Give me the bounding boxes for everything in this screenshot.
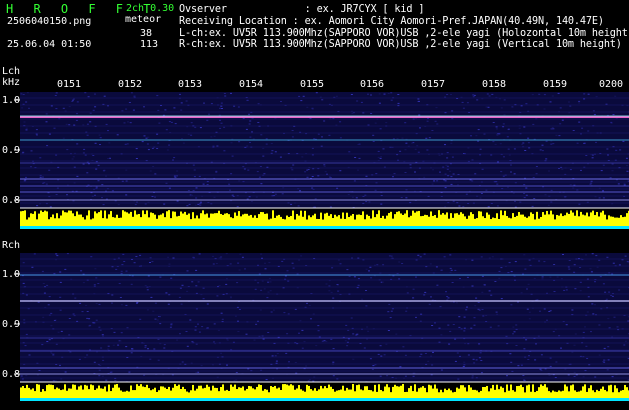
rch-panel-level-base bbox=[20, 398, 629, 401]
rch-spectrogram-panel bbox=[14, 253, 629, 401]
lch-spectrogram-panel bbox=[14, 92, 629, 229]
rch-panel-background bbox=[20, 253, 629, 382]
lch-panel-level-base bbox=[20, 226, 629, 229]
lch-panel-background bbox=[20, 92, 629, 208]
spectrogram-canvas bbox=[14, 92, 629, 401]
